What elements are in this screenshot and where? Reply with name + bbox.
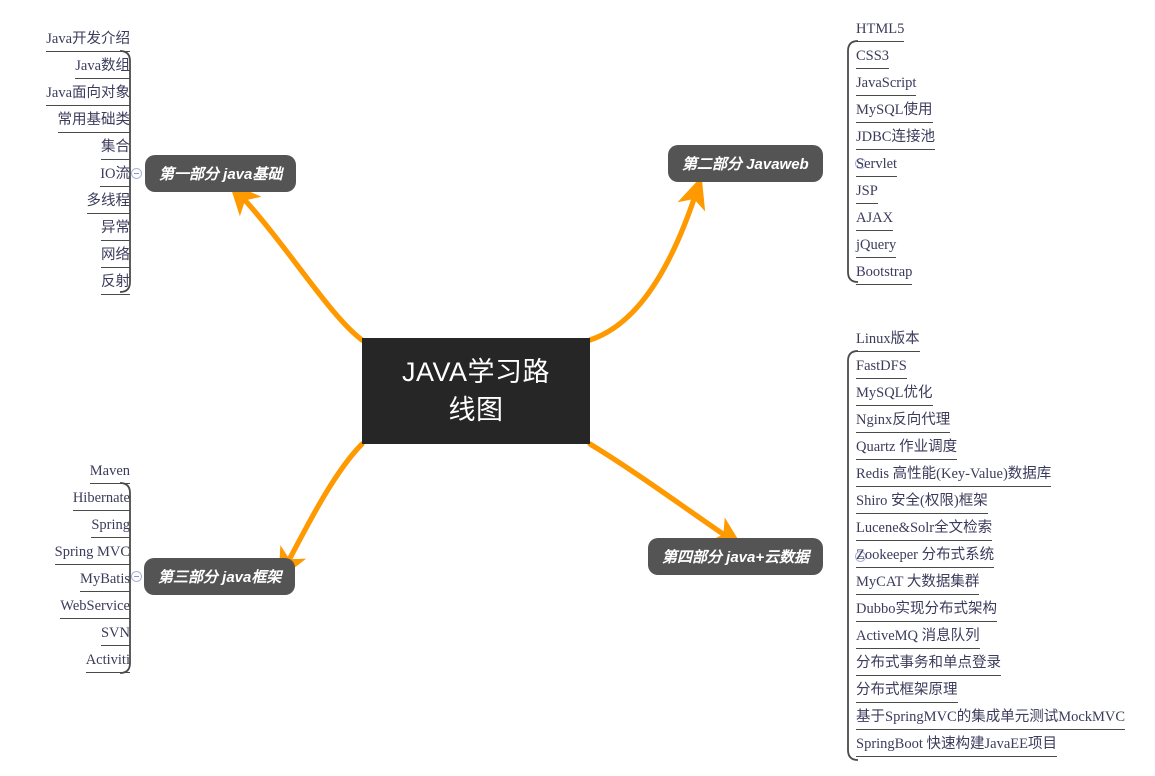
leaf-part4-9[interactable]: MyCAT 大数据集群 [856,573,980,595]
leaf-part4-1[interactable]: FastDFS [856,357,907,379]
leaf-part4-3[interactable]: Nginx反向代理 [856,411,951,433]
branch-part2-label: 第二部分 Javaweb [682,156,809,173]
leaf-part1-2[interactable]: Java面向对象 [46,84,130,106]
leaf-part4-11[interactable]: ActiveMQ 消息队列 [856,627,980,649]
connector-to-part3 [278,441,365,581]
leaf-part2-7[interactable]: AJAX [856,209,894,231]
leaf-part4-10[interactable]: Dubbo实现分布式架构 [856,600,997,622]
leaf-part1-0[interactable]: Java开发介绍 [46,30,130,52]
leaf-part4-13[interactable]: 分布式框架原理 [856,681,958,703]
connector-to-part2 [587,176,706,343]
leaf-part4-0[interactable]: Linux版本 [856,330,920,352]
leaf-part2-4[interactable]: JDBC连接池 [856,128,935,150]
leaf-part4-15[interactable]: SpringBoot 快速构建JavaEE项目 [856,735,1057,757]
leaf-part4-5[interactable]: Redis 高性能(Key-Value)数据库 [856,465,1052,487]
branch-part1-label: 第一部分 java基础 [159,166,283,183]
leaf-part1-6[interactable]: 多线程 [86,192,130,214]
branch-part1[interactable]: 第一部分 java基础 [145,155,297,192]
leaf-part3-3[interactable]: Spring MVC [54,543,130,565]
leaf-part1-9[interactable]: 反射 [101,273,130,295]
leaf-part2-9[interactable]: Bootstrap [856,263,913,285]
leaf-part2-0[interactable]: HTML5 [856,20,905,42]
branch-part2[interactable]: 第二部分 Javaweb [668,145,823,182]
branch-part3-label: 第三部分 java框架 [158,569,282,586]
central-topic[interactable]: JAVA学习路 线图 [362,338,590,444]
collapse-toggle-part3[interactable] [131,571,142,582]
leaf-part1-8[interactable]: 网络 [101,246,130,268]
central-topic-line2: 线图 [448,395,504,425]
leaf-part4-8[interactable]: Zookeeper 分布式系统 [856,546,995,568]
leaf-part2-2[interactable]: JavaScript [856,74,917,96]
branch-part4[interactable]: 第四部分 java+云数据 [648,538,824,575]
leaf-part4-2[interactable]: MySQL优化 [856,384,933,406]
leaf-part4-6[interactable]: Shiro 安全(权限)框架 [856,492,988,514]
leaf-part4-14[interactable]: 基于SpringMVC的集成单元测试MockMVC [856,708,1126,730]
leaf-part3-0[interactable]: Maven [89,462,130,484]
leaf-part3-5[interactable]: WebService [60,597,130,619]
central-topic-line1: JAVA学习路 [401,357,551,387]
leaf-part4-7[interactable]: Lucene&Solr全文检索 [856,519,993,541]
leaf-part2-8[interactable]: jQuery [856,236,897,258]
leaf-part2-1[interactable]: CSS3 [856,47,890,69]
leaf-part1-3[interactable]: 常用基础类 [57,111,130,133]
connector-to-part1 [229,182,365,343]
collapse-toggle-part1[interactable] [131,168,142,179]
leaf-part3-6[interactable]: SVN [100,624,130,646]
mindmap-canvas: JAVA学习路 线图 第一部分 java基础 第二部分 Javaweb 第三部分… [0,0,1155,776]
leaf-part3-2[interactable]: Spring [91,516,130,538]
leaf-part1-7[interactable]: 异常 [101,219,130,241]
leaf-part3-1[interactable]: Hibernate [72,489,130,511]
leaf-part3-7[interactable]: Activiti [85,651,130,673]
leaf-part3-4[interactable]: MyBatis [80,570,130,592]
leaf-part4-4[interactable]: Quartz 作业调度 [856,438,958,460]
branch-part4-label: 第四部分 java+云数据 [662,549,810,566]
leaf-part4-12[interactable]: 分布式事务和单点登录 [856,654,1001,676]
leaf-part2-5[interactable]: Servlet [856,155,898,177]
leaf-part2-6[interactable]: JSP [856,182,878,204]
branch-part3[interactable]: 第三部分 java框架 [144,558,296,595]
connector-to-part4 [587,441,744,548]
leaf-part1-4[interactable]: 集合 [101,138,130,160]
leaf-part1-1[interactable]: Java数组 [75,57,130,79]
leaf-part2-3[interactable]: MySQL使用 [856,101,933,123]
leaf-part1-5[interactable]: IO流 [100,165,130,187]
